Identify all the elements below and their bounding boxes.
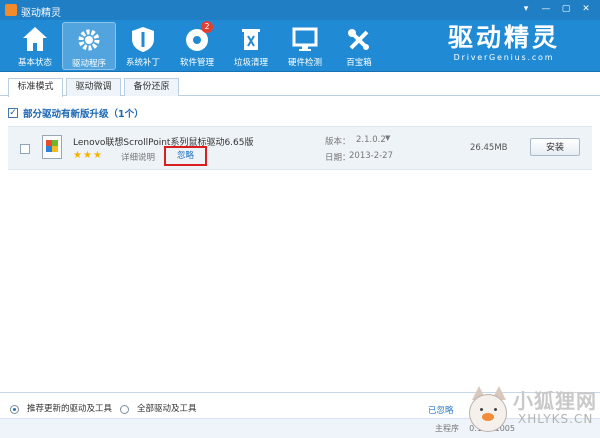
- mode-tabs: 标准模式 驱动微调 备份还原: [0, 78, 600, 97]
- brand-subtitle: DriverGenius.com: [453, 53, 555, 62]
- toolbar-label: 系统补丁: [125, 58, 160, 68]
- toolbar-label: 百宝箱: [346, 58, 372, 68]
- close-button[interactable]: ✕: [578, 3, 594, 16]
- toolbar-label: 硬件检测: [287, 58, 322, 68]
- driver-row: Lenovo联想ScrollPoint系列鼠标驱动6.65版 ★ ★ ★ 详细说…: [8, 126, 592, 170]
- brand-logo: 驱动精灵 DriverGenius.com: [434, 23, 574, 67]
- main-toolbar: 基本状态 驱动程序 系统补丁 2 软件管理 垃圾清理 硬件检测 百宝箱 驱动精灵…: [0, 20, 600, 72]
- driver-group-header[interactable]: 部分驱动有新版升级（1个）: [8, 106, 144, 120]
- fox-eye-icon: [494, 408, 497, 411]
- toolbar-label: 基本状态: [17, 58, 52, 68]
- toolbar-item-junk-clean[interactable]: 垃圾清理: [224, 22, 278, 70]
- ignore-button[interactable]: 忽略: [164, 146, 207, 166]
- title-bar: 驱动精灵 ▾ — ▢ ✕: [0, 0, 600, 20]
- fox-eye-icon: [480, 408, 483, 411]
- star-icon: ★: [73, 150, 82, 161]
- monitor-icon: [292, 27, 318, 51]
- gear-icon: [78, 29, 100, 51]
- trash-icon: [242, 29, 260, 50]
- detail-link[interactable]: 详细说明: [121, 151, 155, 163]
- group-title: 部分驱动有新版升级（1个）: [23, 109, 144, 120]
- toolbar-item-hardware-check[interactable]: 硬件检测: [278, 22, 332, 70]
- ignored-items-link[interactable]: 已忽略: [428, 404, 454, 416]
- tab-backup-restore[interactable]: 备份还原: [124, 78, 179, 96]
- recommended-radio[interactable]: [10, 404, 19, 414]
- minimize-button[interactable]: —: [538, 3, 554, 16]
- brand-logo-text: 驱动精灵: [447, 23, 560, 52]
- toolbar-label: 驱动程序: [71, 59, 106, 69]
- maximize-button[interactable]: ▢: [558, 3, 574, 16]
- star-icon: ★: [92, 150, 102, 161]
- app-logo-icon: [5, 4, 17, 16]
- star-icon: ★: [82, 150, 92, 161]
- software-update-badge: 2: [201, 21, 213, 33]
- toolbar-item-basic-status[interactable]: 基本状态: [8, 22, 62, 70]
- date-value: 2013-2-27: [349, 151, 393, 161]
- toolbar-label: 垃圾清理: [233, 58, 268, 68]
- group-checkbox[interactable]: [8, 108, 18, 118]
- toolbar-item-toolbox[interactable]: 百宝箱: [332, 22, 386, 70]
- windows-driver-icon: [42, 135, 62, 159]
- home-icon: [23, 27, 47, 51]
- toolbar-item-system-patch[interactable]: 系统补丁: [116, 22, 170, 70]
- window-controls: ▾ — ▢ ✕: [518, 3, 594, 16]
- install-button[interactable]: 安装: [530, 138, 580, 156]
- date-label: 日期：: [325, 153, 351, 163]
- watermark-text: 小狐狸网: [513, 389, 597, 413]
- window-title: 驱动精灵: [21, 8, 61, 19]
- driver-size: 26.45MB: [470, 143, 508, 153]
- all-drivers-radio-label[interactable]: 全部驱动及工具: [137, 402, 197, 414]
- watermark-subtext: XHLYKS.CN: [518, 412, 594, 426]
- driver-row-checkbox[interactable]: [20, 144, 30, 154]
- all-drivers-radio[interactable]: [120, 404, 130, 414]
- update-scope-options: 推荐更新的驱动及工具 全部驱动及工具: [10, 402, 197, 414]
- toolbar-item-software-manage[interactable]: 2 软件管理: [170, 21, 224, 70]
- tools-icon: [348, 29, 369, 50]
- version-value[interactable]: 2.1.0.2: [356, 135, 386, 145]
- recommended-radio-label[interactable]: 推荐更新的驱动及工具: [27, 402, 112, 414]
- driver-rating: ★ ★ ★: [73, 151, 102, 161]
- version-label: 版本：: [325, 137, 351, 147]
- fox-mascot-icon: [464, 382, 514, 438]
- toolbar-item-driver-program[interactable]: 驱动程序: [62, 22, 116, 70]
- fox-nose-icon: [482, 413, 494, 421]
- tab-standard-mode[interactable]: 标准模式: [8, 78, 63, 97]
- menu-dropdown-button[interactable]: ▾: [518, 3, 534, 16]
- toolbar-label: 软件管理: [179, 58, 214, 68]
- tab-driver-tuning[interactable]: 驱动微调: [66, 78, 121, 96]
- shield-icon: [132, 27, 154, 52]
- version-dropdown-icon[interactable]: ▼: [385, 134, 390, 142]
